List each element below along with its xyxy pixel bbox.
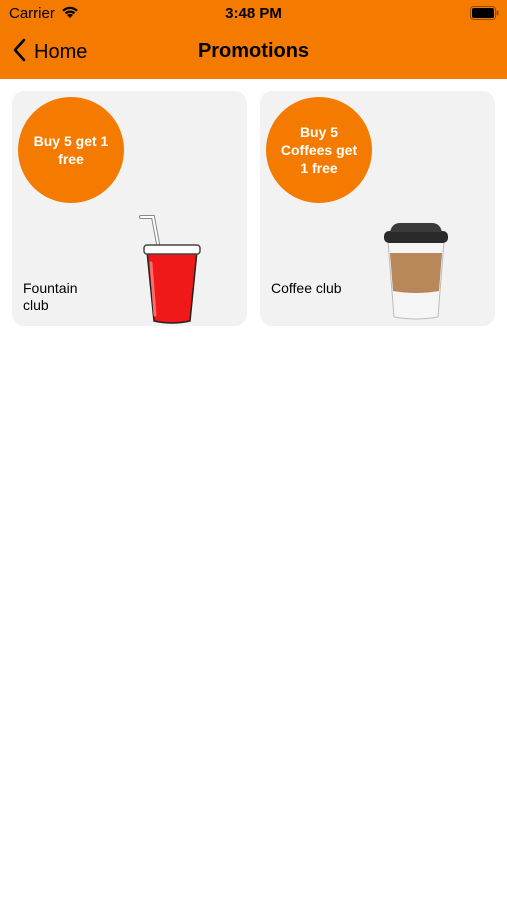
status-bar: Carrier 3:48 PM — [0, 0, 507, 28]
red-soda-cup-icon — [137, 215, 207, 326]
page-title: Promotions — [197, 40, 310, 62]
promotion-label: Coffee club — [271, 280, 342, 296]
promotion-badge: Buy 5 get 1 free — [18, 97, 124, 203]
promotion-card-coffee[interactable]: Buy 5 Coffees get 1 free Coffee club — [260, 91, 495, 326]
promotion-card-fountain[interactable]: Buy 5 get 1 free Fountain club — [12, 91, 247, 326]
battery-icon — [470, 6, 500, 24]
nav-bar: Home Promotions — [0, 28, 507, 79]
promotion-badge: Buy 5 Coffees get 1 free — [266, 97, 372, 203]
clock: 3:48 PM — [225, 5, 282, 22]
promotion-label: Fountain club — [23, 280, 78, 313]
app-header: Carrier 3:48 PM Home Promotions — [0, 0, 507, 79]
coffee-cup-icon — [380, 221, 452, 326]
